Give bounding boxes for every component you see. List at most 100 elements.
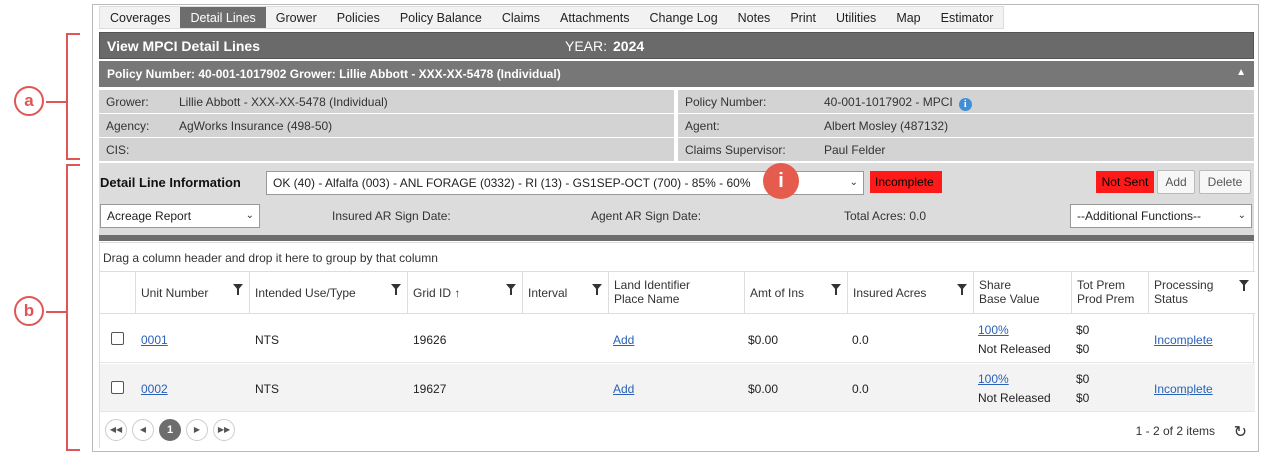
processing-status-link[interactable]: Incomplete: [1154, 382, 1213, 396]
policy-number-cell: Policy Number: 40-001-1017902 - MPCI i: [678, 90, 1254, 113]
filter-icon[interactable]: [233, 284, 243, 295]
tab-detail-lines[interactable]: Detail Lines: [180, 7, 266, 28]
amt-of-ins-cell: $0.00: [748, 382, 779, 396]
claims-supervisor-cell: Claims Supervisor: Paul Felder: [678, 138, 1254, 161]
policy-number-value-wrap: 40-001-1017902 - MPCI i: [824, 95, 972, 111]
share-link[interactable]: 100%: [978, 323, 1009, 337]
processing-status-link[interactable]: Incomplete: [1154, 333, 1213, 347]
year-value: 2024: [613, 38, 645, 54]
column-label: Tot Prem Prod Prem: [1077, 278, 1134, 306]
grid-id-cell: 19626: [413, 333, 447, 347]
column-premium[interactable]: Tot Prem Prod Prem: [1071, 272, 1148, 313]
page-title-bar: View MPCI Detail Lines YEAR: 2024: [99, 32, 1254, 59]
policy-number-label: Policy Number:: [685, 95, 767, 109]
agent-label: Agent:: [685, 119, 720, 133]
tab-notes[interactable]: Notes: [728, 7, 781, 28]
column-interval[interactable]: Interval: [522, 272, 608, 313]
grid-header: Unit Number Intended Use/Type Grid ID ↑ …: [100, 271, 1255, 314]
collapse-caret-icon[interactable]: ▲: [1236, 67, 1246, 78]
land-add-link[interactable]: Add: [613, 333, 634, 347]
column-amt-of-ins[interactable]: Amt of Ins: [744, 272, 847, 313]
annotation-b: b: [14, 296, 44, 326]
first-page-icon[interactable]: ◀◀: [105, 419, 127, 441]
group-by-hint: Drag a column header and drop it here to…: [103, 251, 438, 265]
page-1-button[interactable]: 1: [159, 419, 181, 441]
last-page-icon[interactable]: ▶▶: [213, 419, 235, 441]
unit-number-link[interactable]: 0002: [141, 382, 168, 396]
land-add-link[interactable]: Add: [613, 382, 634, 396]
additional-functions-select[interactable]: --Additional Functions-- ⌄: [1070, 204, 1252, 228]
table-row: 0001 NTS 19626 Add $0.00 0.0 100% Not Re…: [100, 315, 1255, 363]
tab-policies[interactable]: Policies: [327, 7, 390, 28]
insured-acres-cell: 0.0: [852, 382, 869, 396]
tab-attachments[interactable]: Attachments: [550, 7, 639, 28]
chevron-down-icon: ⌄: [1237, 210, 1246, 221]
column-insured-acres[interactable]: Insured Acres: [847, 272, 973, 313]
next-page-icon[interactable]: ▶: [186, 419, 208, 441]
grower-label: Grower:: [106, 95, 149, 109]
agent-sign-date-label: Agent AR Sign Date:: [591, 209, 702, 223]
intended-use-cell: NTS: [255, 382, 279, 396]
total-acres-label: Total Acres: 0.0: [844, 209, 927, 223]
column-processing-status[interactable]: Processing Status: [1148, 272, 1255, 313]
report-select[interactable]: Acreage Report ⌄: [100, 204, 260, 228]
column-grid-id[interactable]: Grid ID ↑: [407, 272, 522, 313]
tab-coverages[interactable]: Coverages: [100, 7, 180, 28]
row-checkbox[interactable]: [111, 332, 124, 345]
detail-lines-grid: Drag a column header and drop it here to…: [99, 242, 1255, 448]
column-unit-number[interactable]: Unit Number: [135, 272, 249, 313]
tot-prem-cell: $0: [1076, 323, 1090, 337]
base-value-cell: Not Released: [978, 391, 1051, 405]
detail-line-panel: Detail Line Information OK (40) - Alfalf…: [99, 163, 1254, 236]
column-land-identifier[interactable]: Land Identifier Place Name: [608, 272, 744, 313]
tab-map[interactable]: Map: [886, 7, 930, 28]
filter-icon[interactable]: [831, 284, 841, 295]
processing-label: Processing: [1154, 278, 1214, 292]
tab-change-log[interactable]: Change Log: [640, 7, 728, 28]
agency-label: Agency:: [106, 119, 150, 133]
page-info: 1 - 2 of 2 items: [1135, 424, 1215, 438]
not-sent-badge: Not Sent: [1096, 171, 1154, 193]
policy-number-value: 40-001-1017902 - MPCI: [824, 95, 953, 109]
agency-value: AgWorks Insurance (498-50): [179, 119, 333, 133]
filter-icon[interactable]: [592, 284, 602, 295]
tab-claims[interactable]: Claims: [492, 7, 550, 28]
additional-functions-value: --Additional Functions--: [1077, 209, 1202, 223]
filter-icon[interactable]: [391, 284, 401, 295]
chevron-down-icon: ⌄: [849, 177, 858, 188]
info-marker-icon: i: [763, 163, 799, 199]
detail-line-select-value: OK (40) - Alfalfa (003) - ANL FORAGE (03…: [273, 176, 751, 190]
column-intended-use[interactable]: Intended Use/Type: [249, 272, 407, 313]
year-display: YEAR: 2024: [565, 38, 644, 54]
column-label: Intended Use/Type: [255, 286, 356, 300]
policy-header-bar[interactable]: Policy Number: 40-001-1017902 Grower: Li…: [99, 61, 1254, 87]
row-checkbox[interactable]: [111, 381, 124, 394]
info-icon[interactable]: i: [958, 98, 972, 111]
tab-print[interactable]: Print: [780, 7, 826, 28]
share-link[interactable]: 100%: [978, 372, 1009, 386]
refresh-icon[interactable]: ↻: [1234, 422, 1247, 442]
unit-number-link[interactable]: 0001: [141, 333, 168, 347]
filter-icon[interactable]: [957, 284, 967, 295]
filter-icon[interactable]: [1239, 280, 1249, 291]
add-button[interactable]: Add: [1157, 170, 1195, 194]
agent-value: Albert Mosley (487132): [824, 119, 949, 133]
table-row: 0002 NTS 19627 Add $0.00 0.0 100% Not Re…: [100, 364, 1255, 412]
annotation-a-bracket: [66, 33, 80, 160]
prev-page-icon[interactable]: ◀: [132, 419, 154, 441]
grid-pager: ◀◀ ◀ 1 ▶ ▶▶ 1 - 2 of 2 items ↻: [100, 412, 1255, 448]
tab-estimator[interactable]: Estimator: [931, 7, 1004, 28]
tab-utilities[interactable]: Utilities: [826, 7, 886, 28]
tab-grower[interactable]: Grower: [266, 7, 327, 28]
prod-prem-label: Prod Prem: [1077, 292, 1135, 306]
agent-cell: Agent: Albert Mosley (487132): [678, 114, 1254, 137]
status-label: Status: [1154, 292, 1189, 306]
claims-supervisor-label: Claims Supervisor:: [685, 143, 786, 157]
tab-policy-balance[interactable]: Policy Balance: [390, 7, 492, 28]
column-share[interactable]: Share Base Value: [973, 272, 1071, 313]
year-label: YEAR:: [565, 38, 608, 54]
filter-icon[interactable]: [506, 284, 516, 295]
cis-label: CIS:: [106, 143, 130, 157]
delete-button[interactable]: Delete: [1199, 170, 1251, 194]
panel-divider: [99, 235, 1254, 241]
